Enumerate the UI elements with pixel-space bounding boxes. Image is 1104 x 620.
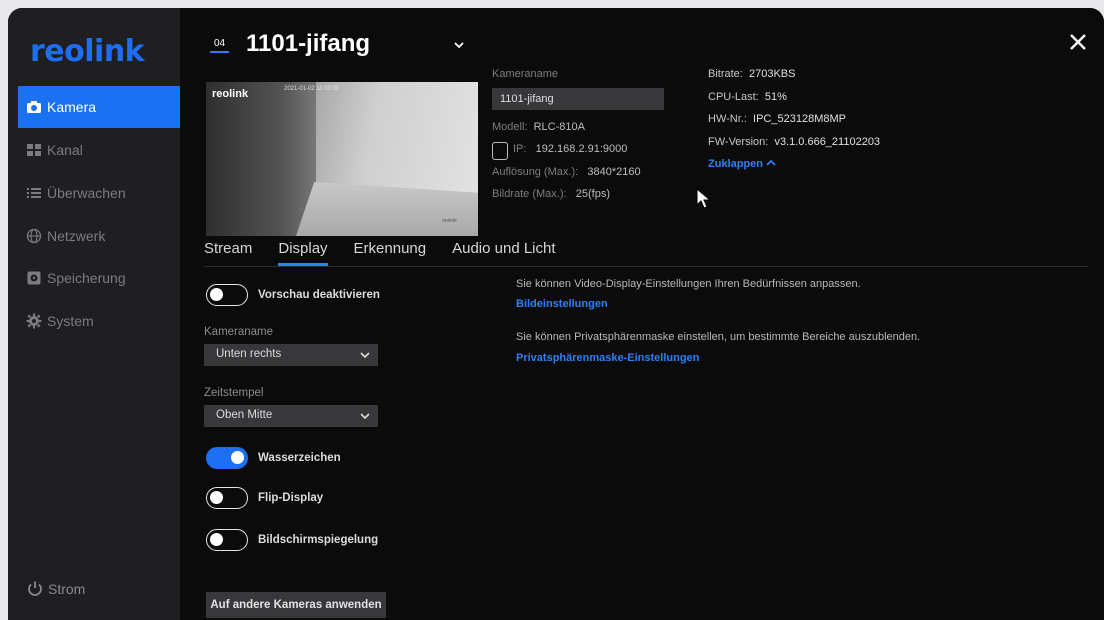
camera-icon — [26, 99, 42, 115]
preview-logo: reolink — [212, 88, 249, 100]
resolution-value: 3840*2160 — [587, 166, 641, 178]
privacy-mask-settings-link[interactable]: Privatsphärenmaske-Einstellungen — [516, 352, 699, 364]
sidebar-item-kanal[interactable]: Kanal — [18, 129, 180, 171]
ip-value: 192.168.2.91:9000 — [535, 143, 628, 155]
timestamp-position-label: Zeitstempel — [204, 387, 264, 399]
preview-timestamp: 2021-01-02 11:00:00 — [284, 86, 340, 92]
timestamp-position-select[interactable]: Oben Mitte — [204, 405, 378, 427]
fw-value: v3.1.0.666_21102203 — [774, 136, 881, 148]
camera-title[interactable]: 1101-jifang — [246, 30, 370, 58]
camera-name-label: Kameraname — [492, 68, 559, 80]
chevron-up-icon — [766, 159, 776, 166]
sidebar-item-netzwerk[interactable]: Netzwerk — [18, 215, 180, 257]
app-window: reolink Kamera Kanal Überwachen Netzwerk — [8, 8, 1104, 620]
sidebar-item-kamera[interactable]: Kamera — [18, 86, 180, 128]
bitrate-value: 2703KBS — [748, 68, 796, 80]
framerate-label: Bildrate (Max.): 25(fps) — [492, 188, 610, 200]
mirror-toggle[interactable] — [206, 529, 248, 551]
flip-display-label: Flip-Display — [258, 492, 324, 504]
watermark-toggle[interactable] — [206, 447, 248, 469]
preview-watermark: reolink — [442, 218, 457, 224]
sidebar-item-label: Speicherung — [47, 270, 126, 286]
sidebar-item-label: Kamera — [47, 99, 97, 115]
power-label: Strom — [48, 581, 86, 597]
camera-name-field: 1101-jifang — [492, 88, 664, 110]
camname-position-select[interactable]: Unten rechts — [204, 344, 378, 366]
camera-preview: reolink 2021-01-02 11:00:00 reolink — [206, 82, 478, 236]
main-panel: 04 1101-jifang reolink 2021-01-02 11:00:… — [180, 8, 1104, 620]
chevron-down-icon — [360, 352, 370, 359]
tab-audio-und-licht[interactable]: Audio und Licht — [452, 240, 555, 266]
tab-divider — [204, 266, 1088, 267]
resolution-label: Auflösung (Max.): 3840*2160 — [492, 166, 641, 178]
channel-badge: 04 — [210, 38, 230, 53]
model-value: RLC-810A — [533, 121, 585, 133]
flip-display-toggle[interactable] — [206, 487, 248, 509]
sidebar-item-label: System — [47, 313, 94, 329]
preview-disable-toggle[interactable] — [206, 284, 248, 306]
power-button[interactable]: Strom — [26, 580, 85, 598]
collapse-link[interactable]: Zuklappen — [708, 158, 776, 170]
model-label: Modell: RLC-810A — [492, 121, 585, 133]
power-icon — [28, 581, 42, 596]
mirror-label: Bildschirmspiegelung — [258, 534, 379, 546]
sidebar-item-speicherung[interactable]: Speicherung — [18, 257, 180, 299]
watermark-label: Wasserzeichen — [258, 452, 341, 464]
tab-bar: Stream Display Erkennung Audio und Licht — [204, 240, 582, 266]
bitrate-label: Bitrate: 2703KBS — [708, 68, 796, 80]
sidebar-item-label: Netzwerk — [47, 228, 106, 244]
fw-label: FW-Version: v3.1.0.666_21102203 — [708, 136, 881, 148]
hw-value: IPC_523128M8MP — [753, 113, 846, 125]
sidebar-item-ueberwachen[interactable]: Überwachen — [18, 172, 180, 214]
hw-label: HW-Nr.: IPC_523128M8MP — [708, 113, 846, 125]
close-icon[interactable] — [1068, 32, 1088, 52]
cpu-label: CPU-Last: 51% — [708, 91, 787, 103]
device-icon — [492, 142, 508, 160]
gear-icon — [26, 313, 42, 329]
apply-to-other-cameras-button[interactable]: Auf andere Kameras anwenden — [206, 592, 386, 618]
reolink-logo: reolink — [30, 34, 145, 69]
sidebar-item-system[interactable]: System — [18, 300, 180, 342]
sidebar-item-label: Kanal — [47, 142, 83, 158]
ip-label: IP: 192.168.2.91:9000 — [513, 143, 628, 155]
framerate-value: 25(fps) — [575, 188, 610, 200]
list-icon — [26, 185, 42, 201]
camname-position-label: Kameraname — [204, 326, 274, 338]
sidebar: reolink Kamera Kanal Überwachen Netzwerk — [8, 8, 180, 620]
tab-erkennung[interactable]: Erkennung — [354, 240, 427, 266]
chevron-down-icon — [360, 413, 370, 420]
chevron-down-icon[interactable] — [452, 38, 466, 52]
tab-display[interactable]: Display — [278, 240, 328, 266]
image-settings-link[interactable]: Bildeinstellungen — [516, 298, 608, 310]
preview-disable-label: Vorschau deaktivieren — [258, 289, 380, 301]
mouse-cursor-icon — [696, 188, 712, 209]
display-settings-description: Sie können Video-Display-Einstellungen I… — [516, 278, 861, 290]
cpu-value: 51% — [764, 91, 787, 103]
privacy-mask-description: Sie können Privatsphärenmaske einstellen… — [516, 331, 921, 343]
storage-icon — [26, 270, 42, 286]
sidebar-item-label: Überwachen — [47, 185, 126, 201]
grid-icon — [26, 142, 42, 158]
tab-stream[interactable]: Stream — [204, 240, 252, 266]
globe-icon — [26, 228, 42, 244]
